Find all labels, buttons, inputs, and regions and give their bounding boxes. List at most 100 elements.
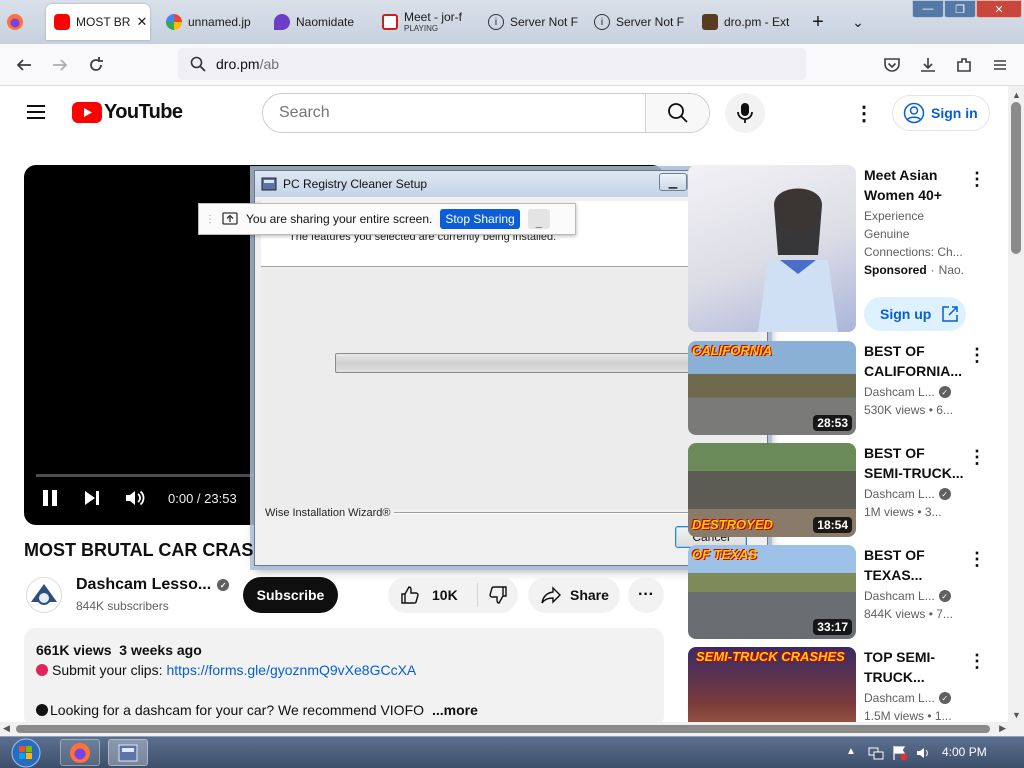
ad-thumbnail[interactable] <box>688 165 856 332</box>
video-description[interactable]: 661K views 3 weeks ago Submit your clips… <box>24 628 664 728</box>
start-button[interactable] <box>6 738 46 768</box>
sidebar-video[interactable]: OF TEXAS 33:17 BEST OF TEXAS... Dashcam … <box>688 545 988 641</box>
scroll-up-icon[interactable]: ▲ <box>1012 90 1021 100</box>
sidebar-video[interactable]: DESTROYED 18:54 BEST OF SEMI-TRUCK... Da… <box>688 443 988 539</box>
subscribe-button[interactable]: Subscribe <box>243 577 338 613</box>
pause-icon[interactable] <box>40 488 60 508</box>
scroll-down-icon[interactable]: ▼ <box>1012 710 1021 720</box>
description-text: Submit your clips: <box>52 662 163 678</box>
voice-search-button[interactable] <box>725 93 765 133</box>
video-duration: 33:17 <box>813 619 852 635</box>
downloads-icon[interactable] <box>916 54 940 76</box>
submit-clips-link[interactable]: https://forms.gle/gyoznmQ9vXe8GCcXA <box>166 660 416 680</box>
vertical-scrollbar[interactable]: ▲ ▼ <box>1008 86 1024 722</box>
video-menu-kebab-icon[interactable]: ⋮ <box>968 345 986 366</box>
close-tab-icon[interactable]: ✕ <box>136 14 147 30</box>
pocket-icon[interactable] <box>880 54 904 76</box>
show-more-button[interactable]: ...more <box>432 700 478 720</box>
list-tabs-chevron-icon[interactable]: ⌄ <box>846 4 870 40</box>
youtube-logo[interactable]: YouTube <box>72 101 183 124</box>
tab-dro-pm[interactable]: dro.pm - Ext <box>694 4 798 40</box>
video-thumbnail[interactable]: OF TEXAS 33:17 <box>688 545 856 639</box>
hamburger-menu-icon[interactable] <box>988 54 1012 76</box>
guide-menu-icon[interactable] <box>24 100 48 124</box>
firefox-menu-icon[interactable] <box>6 4 36 40</box>
video-thumbnail[interactable]: DESTROYED 18:54 <box>688 443 856 537</box>
minimize-window-icon[interactable]: — <box>912 0 944 18</box>
video-menu-kebab-icon[interactable]: ⋮ <box>968 447 986 468</box>
channel-name[interactable]: Dashcam Lesso... ✓ <box>76 576 230 594</box>
action-center-flag-icon[interactable] <box>892 745 908 761</box>
extensions-icon[interactable] <box>952 54 976 76</box>
share-label: Share <box>570 587 609 603</box>
search-input[interactable]: Search <box>263 94 645 132</box>
video-channel[interactable]: Dashcam L... ✓ <box>864 487 951 501</box>
ad-sign-up-button[interactable]: Sign up <box>864 297 966 331</box>
black-circle-icon <box>36 704 48 716</box>
video-channel[interactable]: Dashcam L... ✓ <box>864 691 951 705</box>
tab-naomidate[interactable]: Naomidate <box>266 4 366 40</box>
video-menu-kebab-icon[interactable]: ⋮ <box>968 651 986 672</box>
settings-kebab-icon[interactable]: ⋮ <box>854 100 874 126</box>
channel-label: Dashcam L... <box>864 487 935 501</box>
drag-handle-icon[interactable]: ⋮ <box>205 214 215 225</box>
stop-sharing-button[interactable]: Stop Sharing <box>440 209 520 229</box>
video-title: BEST OF TEXAS... <box>864 547 925 583</box>
show-hidden-icons-icon[interactable]: ▲ <box>846 746 856 757</box>
channel-label: Dashcam L... <box>864 691 935 705</box>
dialog-minimize-icon[interactable]: ▁ <box>659 173 687 191</box>
share-button[interactable]: Share <box>528 577 620 613</box>
video-channel[interactable]: Dashcam L... ✓ <box>864 589 951 603</box>
tab-label: Naomidate <box>296 15 355 29</box>
tab-unnamed[interactable]: unnamed.jp <box>158 4 262 40</box>
scroll-left-icon[interactable]: ◀ <box>3 723 10 734</box>
taskbar-clock[interactable]: 4:00 PM <box>942 745 987 759</box>
video-title: TOP SEMI-TRUCK... <box>864 649 936 685</box>
url-host: dro.pm <box>216 56 260 72</box>
volume-icon[interactable] <box>124 488 146 508</box>
video-channel[interactable]: Dashcam L... ✓ <box>864 385 951 399</box>
share-arrow-icon <box>541 586 561 604</box>
youtube-wordmark: YouTube <box>104 101 183 123</box>
volume-tray-icon[interactable] <box>916 745 932 761</box>
video-thumbnail[interactable]: SEMI-TRUCK CRASHES <box>688 647 856 722</box>
search-button[interactable] <box>645 94 709 132</box>
like-button[interactable]: 10K <box>388 583 478 607</box>
tab-most-brutal[interactable]: MOST BR ✕ <box>46 4 150 40</box>
tab-meet[interactable]: Meet - jor-f PLAYING <box>374 4 476 40</box>
ad-menu-kebab-icon[interactable]: ⋮ <box>968 169 986 190</box>
sidebar-video[interactable]: CALIFORNIA 28:53 BEST OF CALIFORNIA... D… <box>688 341 988 437</box>
address-bar[interactable]: dro.pm/ab <box>178 48 806 80</box>
hide-sharing-bar-button[interactable]: _ <box>527 209 550 229</box>
new-tab-icon[interactable]: + <box>806 4 830 40</box>
network-icon[interactable] <box>868 745 884 761</box>
taskbar-firefox[interactable] <box>60 739 100 766</box>
dislike-button[interactable] <box>478 585 518 605</box>
firefox-icon <box>70 742 90 763</box>
more-actions-icon[interactable]: ··· <box>628 577 664 613</box>
back-arrow-icon[interactable] <box>12 54 36 76</box>
restore-window-icon[interactable]: ❐ <box>944 0 976 18</box>
video-thumbnail[interactable]: CALIFORNIA 28:53 <box>688 341 856 435</box>
horizontal-scroll-thumb[interactable] <box>16 725 990 733</box>
next-video-icon[interactable] <box>82 488 102 508</box>
tab-server-not-found-2[interactable]: i Server Not F <box>586 4 690 40</box>
sign-in-button[interactable]: Sign in <box>892 95 990 131</box>
sidebar-ad[interactable]: Meet Asian Women 40+ Experience Genuine … <box>688 165 988 335</box>
scroll-right-icon[interactable]: ▶ <box>999 723 1006 734</box>
forward-arrow-icon[interactable] <box>48 54 72 76</box>
search-icon <box>190 56 206 72</box>
meet-favicon-icon <box>382 14 398 30</box>
close-window-icon[interactable]: ✕ <box>976 0 1022 18</box>
taskbar-installer[interactable] <box>108 739 148 766</box>
horizontal-scrollbar[interactable]: ◀ ▶ <box>0 722 1024 736</box>
video-menu-kebab-icon[interactable]: ⋮ <box>968 549 986 570</box>
thumbnail-caption: OF TEXAS <box>692 547 758 562</box>
reload-icon[interactable] <box>84 54 108 76</box>
tab-server-not-found-1[interactable]: i Server Not F <box>480 4 584 40</box>
video-title: BEST OF CALIFORNIA... <box>864 343 962 379</box>
vertical-scroll-thumb[interactable] <box>1011 102 1021 254</box>
channel-avatar[interactable] <box>26 577 62 613</box>
sidebar-video[interactable]: SEMI-TRUCK CRASHES TOP SEMI-TRUCK... Das… <box>688 647 988 722</box>
advertiser-name: Nao... <box>938 263 964 277</box>
